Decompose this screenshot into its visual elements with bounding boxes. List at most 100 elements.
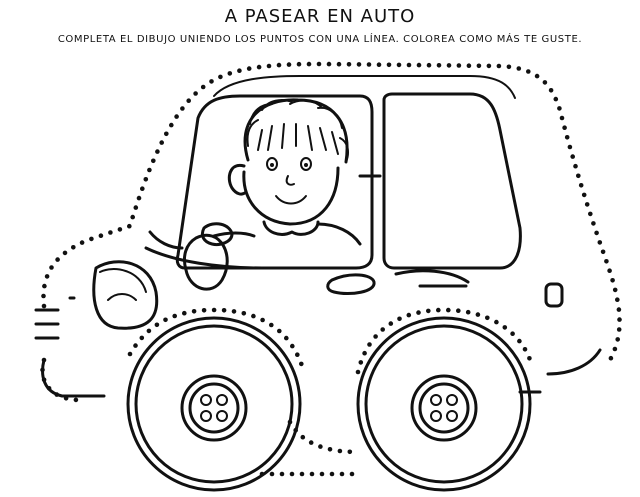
outline-dot: [516, 66, 522, 71]
outline-dot: [396, 62, 402, 68]
outline-dot: [616, 327, 622, 332]
outline-dot: [494, 319, 499, 325]
outline-dot: [356, 62, 362, 67]
outline-dot: [221, 308, 227, 313]
outline-dot: [346, 62, 352, 67]
outline-dot: [211, 307, 217, 313]
outline-dot: [610, 278, 615, 283]
outline-dot: [44, 274, 50, 279]
outline-dot: [309, 471, 315, 477]
outline-dot: [41, 293, 46, 299]
outline-dot: [154, 322, 160, 328]
outline-dot: [186, 98, 191, 103]
outline-dot: [607, 268, 612, 274]
outline-dot: [446, 307, 451, 313]
outline-dot: [559, 115, 565, 121]
outline-dot: [246, 66, 252, 71]
outline-dot: [617, 317, 622, 322]
outline-dot: [163, 317, 168, 323]
outline-dot: [266, 63, 272, 69]
rear-wheel-icon: [356, 316, 532, 492]
outline-dot: [562, 125, 567, 130]
outline-dot: [227, 71, 233, 76]
outline-dot: [436, 63, 442, 68]
outline-dot: [376, 62, 382, 67]
outline-dot: [600, 249, 606, 255]
outline-dot: [200, 84, 206, 90]
outline-dot: [136, 195, 142, 201]
outline-dot: [527, 356, 532, 361]
outline-dot: [337, 448, 343, 454]
outline-dot: [597, 240, 603, 245]
outline-dot: [573, 163, 578, 169]
outline-dot: [615, 297, 620, 303]
outline-dot: [591, 221, 596, 226]
outline-dot: [139, 335, 145, 341]
outline-dot: [290, 343, 295, 349]
outline-dot: [140, 186, 145, 191]
outline-dot: [557, 106, 562, 111]
car-illustration: .line { fill: none; stroke: #111; stroke…: [34, 61, 622, 492]
outline-dot: [256, 64, 262, 70]
outline-dot: [594, 230, 599, 236]
outline-dot: [182, 310, 187, 316]
outline-dot: [612, 287, 618, 293]
outline-dot: [465, 309, 471, 315]
outline-dot: [386, 62, 392, 68]
outline-dot: [133, 343, 138, 348]
boy-driver: [200, 98, 362, 246]
outline-dot: [553, 96, 559, 102]
outline-dot: [584, 202, 590, 207]
outline-dot: [576, 173, 581, 179]
outline-dot: [73, 397, 79, 403]
rear-window: [382, 92, 522, 270]
outline-dot: [327, 447, 333, 452]
outline-dot: [299, 361, 304, 367]
outline-dot: [362, 350, 367, 356]
outline-dot: [133, 205, 139, 210]
outline-dot: [486, 63, 492, 69]
outline-dot: [108, 230, 113, 235]
door-handle-icon: [544, 282, 564, 308]
outline-dot: [147, 167, 152, 173]
outline-dot: [581, 192, 587, 198]
outline-dot: [172, 313, 177, 319]
outline-dot: [146, 328, 152, 334]
outline-dot: [237, 68, 242, 73]
hood-curve: [144, 246, 264, 270]
outline-dot: [117, 227, 123, 232]
outline-dot: [326, 61, 332, 67]
outline-dot: [289, 471, 295, 477]
outline-dot: [466, 63, 472, 68]
outline-dot: [308, 440, 314, 445]
outline-dot: [295, 352, 300, 358]
outline-dot: [416, 62, 422, 68]
grille-marks: [34, 296, 76, 340]
outline-dot: [358, 360, 364, 365]
outline-dot: [406, 62, 412, 68]
outline-dot: [41, 303, 47, 309]
outline-dot: [127, 223, 132, 229]
outline-dot: [456, 308, 461, 314]
outline-dot: [299, 471, 305, 477]
outline-dot: [366, 62, 372, 67]
outline-dot: [542, 80, 548, 85]
outline-dot: [355, 369, 361, 375]
outline-dot: [169, 122, 174, 128]
outline-dot: [446, 63, 452, 68]
outline-dot: [191, 309, 197, 314]
outline-dot: [476, 63, 482, 69]
outline-dot: [55, 257, 60, 262]
outline-dot: [426, 308, 431, 314]
outline-dot: [349, 471, 355, 477]
outline-dot: [588, 211, 593, 217]
outline-dot: [98, 233, 104, 238]
outline-dot: [277, 328, 282, 334]
outline-dot: [373, 334, 378, 339]
door-handle-oval: [326, 273, 376, 296]
outline-dot: [502, 325, 508, 330]
outline-dot: [42, 283, 47, 289]
dash-curve: [148, 230, 184, 250]
outline-dot: [193, 91, 198, 96]
outline-dot: [151, 158, 156, 164]
